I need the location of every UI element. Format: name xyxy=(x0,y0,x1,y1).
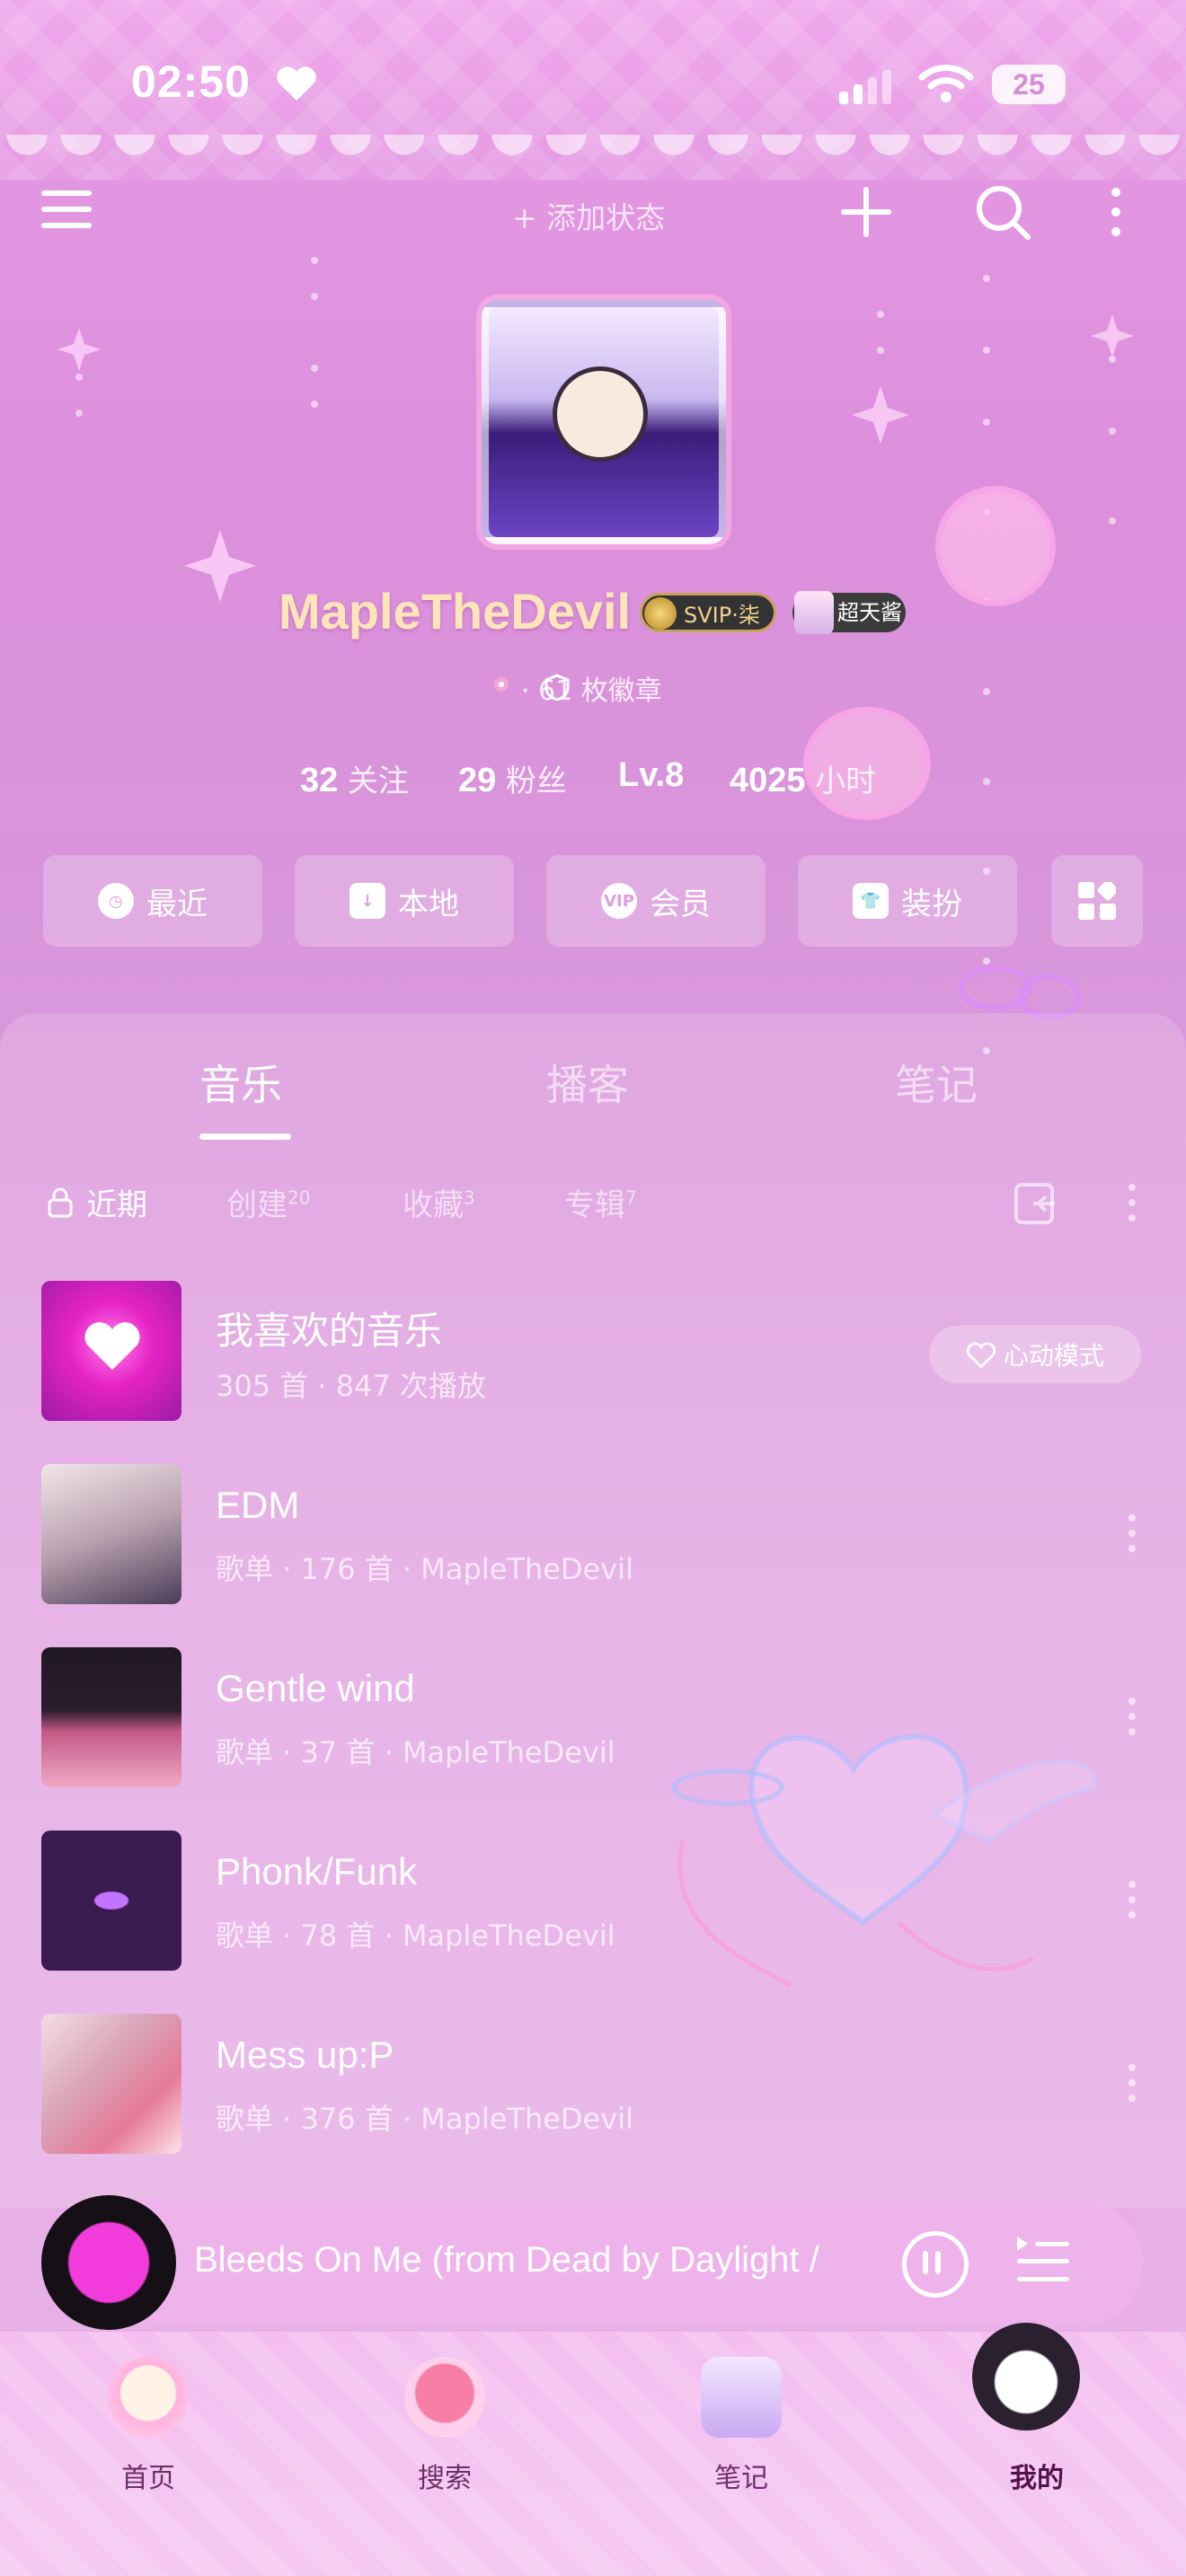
badge-avatar-icon xyxy=(794,591,834,634)
playlist-title[interactable]: 我喜欢的音乐 xyxy=(216,1301,442,1355)
heart-mode-button[interactable]: 心动模式 xyxy=(929,1326,1141,1383)
download-icon: ↓ xyxy=(350,883,385,919)
import-icon[interactable] xyxy=(1013,1182,1058,1225)
local-button[interactable]: ↓ 本地 xyxy=(295,855,514,947)
level-stat[interactable]: Lv.8 xyxy=(618,756,684,795)
row-more-icon[interactable] xyxy=(1127,1513,1137,1554)
more-icon[interactable] xyxy=(1109,185,1123,239)
shirt-icon: 👕 xyxy=(853,883,889,919)
playlist-subtitle: 歌单 · 78 首 · MapleTheDevil xyxy=(216,1919,615,1953)
playlist-title[interactable]: Mess up:P xyxy=(216,2033,394,2077)
search-nav-icon[interactable] xyxy=(404,2357,485,2438)
listen-hours-stat[interactable]: 4025 小时 xyxy=(730,756,876,800)
svip-coin-icon xyxy=(644,597,677,630)
liked-music-cover[interactable] xyxy=(41,1281,181,1421)
row-more-icon[interactable] xyxy=(1127,1879,1137,1920)
row-more-icon[interactable] xyxy=(1127,1696,1137,1737)
home-icon[interactable] xyxy=(108,2357,189,2438)
clock-icon: ◷ xyxy=(98,883,134,919)
status-time: 02:50 xyxy=(131,57,251,107)
heart-icon xyxy=(277,66,316,101)
heart-outline-icon xyxy=(966,1342,996,1368)
edm-cover[interactable] xyxy=(41,1464,181,1604)
badge-count[interactable]: · 61 枚徽章 xyxy=(521,668,662,708)
album-disc[interactable] xyxy=(41,2195,176,2330)
grid-icon xyxy=(1078,882,1116,920)
playlist-subtitle: 305 首 · 847 次播放 xyxy=(216,1369,487,1403)
playlist-title[interactable]: Phonk/Funk xyxy=(216,1850,417,1893)
nav-notes[interactable]: 笔记 xyxy=(678,2456,804,2495)
add-icon[interactable] xyxy=(839,185,893,239)
subtab-created[interactable]: 创建20 xyxy=(226,1180,310,1224)
username[interactable]: MapleTheDevil xyxy=(279,582,631,640)
angel-heart-sticker xyxy=(671,1734,1099,1988)
subtab-recent[interactable]: 近期 xyxy=(86,1180,147,1224)
subtab-more-icon[interactable] xyxy=(1127,1182,1137,1223)
avatar-character xyxy=(553,366,648,462)
battery-indicator: 25 xyxy=(992,65,1066,104)
tab-podcast[interactable]: 播客 xyxy=(546,1053,629,1112)
mine-nav-icon[interactable] xyxy=(972,2323,1080,2430)
tab-notes[interactable]: 笔记 xyxy=(895,1053,978,1112)
menu-icon[interactable] xyxy=(41,187,92,232)
playlist-title[interactable]: EDM xyxy=(216,1484,299,1527)
location-icon xyxy=(494,677,509,692)
tab-music[interactable]: 音乐 xyxy=(199,1053,282,1112)
subtab-collected[interactable]: 收藏3 xyxy=(403,1180,475,1224)
nav-search[interactable]: 搜索 xyxy=(382,2456,508,2495)
playlist-icon[interactable] xyxy=(1015,2235,1071,2285)
dress-up-button[interactable]: 👕 装扮 xyxy=(798,855,1017,947)
heart-cover-icon xyxy=(84,1322,140,1371)
playlist-subtitle: 歌单 · 37 首 · MapleTheDevil xyxy=(216,1735,615,1769)
pause-icon xyxy=(923,2251,941,2274)
more-apps-button[interactable] xyxy=(1051,855,1143,947)
row-more-icon[interactable] xyxy=(1127,2062,1137,2104)
add-status-button[interactable]: + 添加状态 xyxy=(512,194,665,237)
playlist-subtitle: 歌单 · 176 首 · MapleTheDevil xyxy=(216,1552,633,1586)
active-tab-indicator xyxy=(199,1134,291,1140)
search-icon[interactable] xyxy=(974,183,1031,241)
nav-home[interactable]: 首页 xyxy=(85,2456,211,2495)
nav-mine[interactable]: 我的 xyxy=(974,2456,1100,2495)
wifi-icon xyxy=(918,65,974,102)
playlist-subtitle: 歌单 · 376 首 · MapleTheDevil xyxy=(216,2102,633,2136)
following-stat[interactable]: 32 关注 xyxy=(300,756,409,800)
lock-icon xyxy=(48,1187,73,1218)
notes-nav-icon[interactable] xyxy=(701,2357,782,2438)
vip-icon: VIP xyxy=(601,883,637,919)
subtab-albums[interactable]: 专辑7 xyxy=(564,1180,637,1224)
followers-stat[interactable]: 29 粉丝 xyxy=(458,756,567,800)
gentle-wind-cover[interactable] xyxy=(41,1647,181,1787)
playlist-title[interactable]: Gentle wind xyxy=(216,1667,415,1710)
mess-up-cover[interactable] xyxy=(41,2014,181,2154)
vip-button[interactable]: VIP 会员 xyxy=(546,855,766,947)
pause-button[interactable] xyxy=(902,2231,969,2298)
signal-icon xyxy=(839,70,891,104)
recent-button[interactable]: ◷ 最近 xyxy=(43,855,262,947)
phonk-funk-cover[interactable] xyxy=(41,1831,181,1971)
now-playing-title[interactable]: Bleeds On Me (from Dead by Daylight / xyxy=(194,2240,877,2280)
